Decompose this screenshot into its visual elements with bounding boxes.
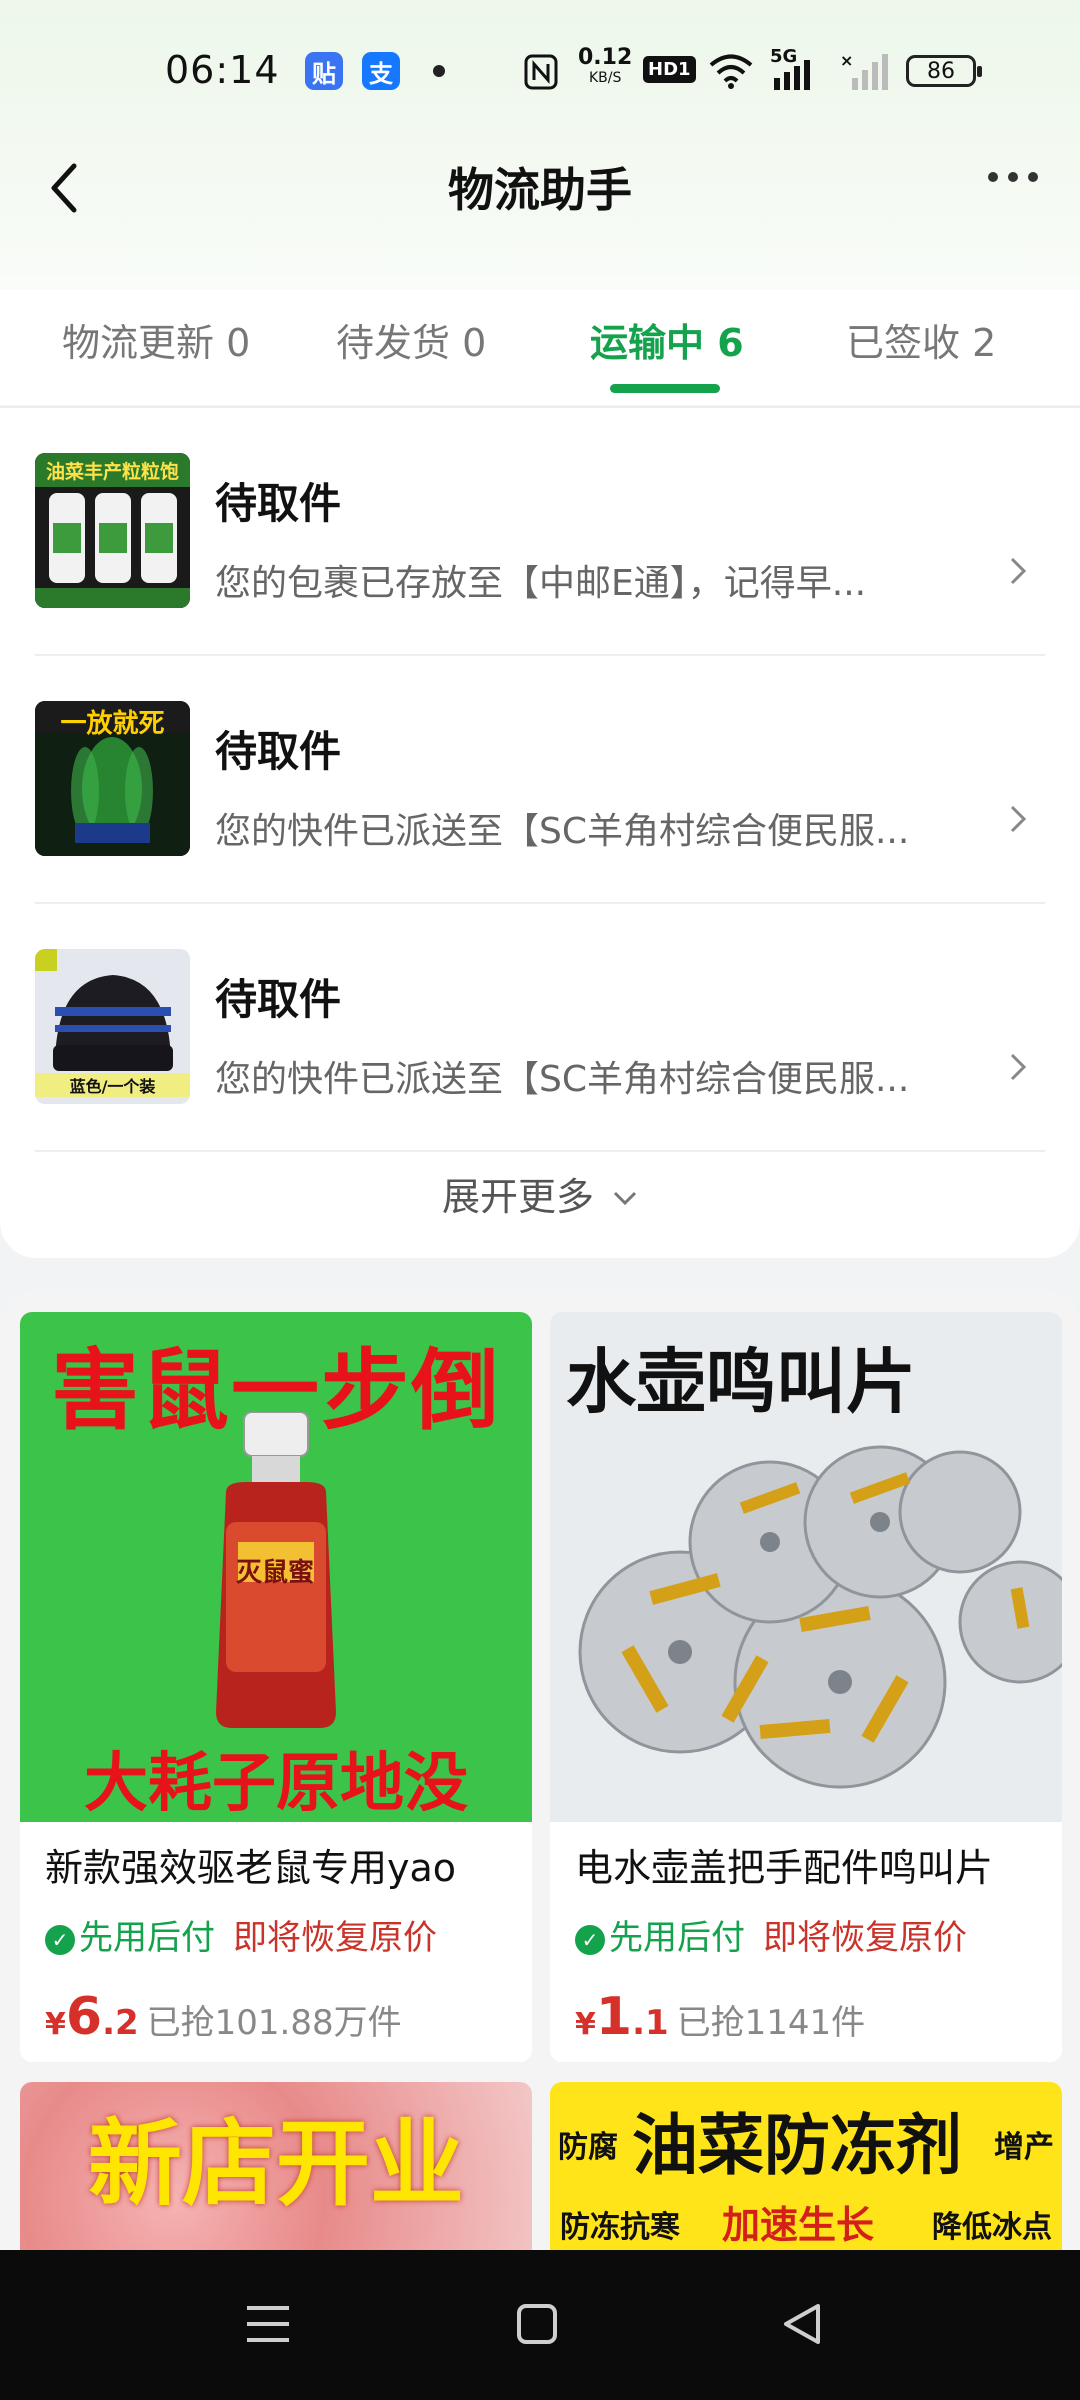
list-item[interactable]: 油菜丰产粒粒饱 待取件 您的包裹已存放至【中邮E通】，记得早... bbox=[0, 408, 1080, 656]
item-status: 待取件 bbox=[215, 479, 342, 528]
item-status: 待取件 bbox=[215, 975, 342, 1024]
image-left-label: 防腐 bbox=[558, 2130, 618, 2165]
product-image: 防腐 油菜防冻剂 增产 防冻抗寒 加速生长 降低冰点 bbox=[550, 2082, 1062, 2250]
sold-count: 已抢1141件 bbox=[676, 2003, 866, 2043]
product-card[interactable]: 防腐 油菜防冻剂 增产 防冻抗寒 加速生长 降低冰点 bbox=[550, 2082, 1062, 2250]
item-status: 待取件 bbox=[215, 727, 342, 776]
battery-level: 86 bbox=[927, 58, 955, 84]
price-integer: 1 bbox=[595, 1987, 633, 2047]
logistics-list: 油菜丰产粒粒饱 待取件 您的包裹已存放至【中邮E通】，记得早... 一放就死 待… bbox=[0, 408, 1080, 1258]
product-image: 新店开业 bbox=[20, 2082, 532, 2250]
tab-signed[interactable]: 已签收 2 bbox=[846, 312, 996, 367]
price-symbol: ¥ bbox=[45, 2007, 66, 2042]
pay-later-tag: 先用后付 bbox=[79, 1918, 215, 1958]
thumb-caption: 蓝色/一个装 bbox=[35, 1073, 190, 1097]
price-integer: 6 bbox=[65, 1987, 103, 2047]
wifi-icon bbox=[709, 54, 753, 89]
product-card[interactable]: 害鼠一步倒 灭鼠蜜 大耗子原地没 新款强效驱老鼠专用yao ✓ 先用后付 即将恢复原… bbox=[20, 1312, 532, 2062]
list-item[interactable]: 一放就死 待取件 您的快件已派送至【SC羊角村综合便民服... bbox=[0, 656, 1080, 904]
price-restore-tag: 即将恢复原价 bbox=[763, 1918, 967, 1958]
more-icon[interactable] bbox=[986, 170, 1040, 184]
net-speed: 0.12 KB/S bbox=[578, 45, 633, 88]
product-image: 害鼠一步倒 灭鼠蜜 大耗子原地没 bbox=[20, 1312, 532, 1822]
chevron-right-icon bbox=[1010, 1053, 1027, 1081]
status-time: 06:14 bbox=[165, 48, 280, 92]
divider bbox=[35, 1150, 1045, 1152]
product-image: 水壶鸣叫片 bbox=[550, 1312, 1062, 1822]
status-bar: 06:14 贴 支 0.12 KB/S HD1 5G × 86 bbox=[0, 0, 1080, 140]
price-symbol: ¥ bbox=[575, 2007, 596, 2042]
item-description: 您的快件已派送至【SC羊角村综合便民服... bbox=[215, 811, 910, 852]
tab-in-transit[interactable]: 运输中 6 bbox=[590, 312, 744, 367]
whistle-plates-image bbox=[578, 1445, 1062, 1789]
image-right-label: 增产 bbox=[994, 2130, 1054, 2165]
image-sub-label: 降低冰点 bbox=[932, 2210, 1052, 2245]
product-price: ¥1.1 已抢1141件 bbox=[575, 1987, 865, 2047]
tab-bar: 物流更新 0 待发货 0 运输中 6 已签收 2 bbox=[0, 290, 1080, 400]
system-nav-bar bbox=[0, 2250, 1080, 2400]
image-headline: 新店开业 bbox=[87, 2110, 464, 2219]
back-nav-icon[interactable] bbox=[780, 2302, 824, 2346]
battery-indicator: 86 bbox=[906, 55, 982, 87]
net-speed-unit: KB/S bbox=[588, 70, 622, 86]
nav-bar: 物流助手 bbox=[0, 140, 1080, 235]
notification-dot-icon bbox=[433, 65, 445, 77]
nfc-icon bbox=[524, 54, 558, 90]
chevron-down-icon bbox=[613, 1191, 637, 1206]
expand-more-label: 展开更多 bbox=[441, 1175, 594, 1219]
item-description: 您的快件已派送至【SC羊角村综合便民服... bbox=[215, 1059, 910, 1100]
image-headline: 水壶鸣叫片 bbox=[566, 1341, 916, 1423]
menu-icon[interactable] bbox=[245, 2302, 291, 2346]
image-headline: 油菜防冻剂 bbox=[632, 2107, 962, 2184]
product-tags: ✓ 先用后付 即将恢复原价 bbox=[45, 1910, 437, 1959]
alipay-icon: 支 bbox=[362, 52, 400, 90]
tab-active-indicator bbox=[610, 384, 720, 393]
chevron-right-icon bbox=[1010, 805, 1027, 833]
net-speed-value: 0.12 bbox=[578, 45, 633, 70]
product-price: ¥6.2 已抢101.88万件 bbox=[45, 1987, 402, 2047]
price-decimal: .1 bbox=[632, 2003, 669, 2043]
tab-pending-shipment[interactable]: 待发货 0 bbox=[336, 312, 486, 367]
signal-icon bbox=[774, 60, 810, 90]
expand-more-button[interactable]: 展开更多 bbox=[0, 1166, 1080, 1221]
sold-count: 已抢101.88万件 bbox=[146, 2003, 402, 2043]
product-thumbnail: 一放就死 bbox=[35, 701, 190, 856]
pay-later-tag: 先用后付 bbox=[609, 1918, 745, 1958]
product-card[interactable]: 水壶鸣叫片 电水壶盖把手配件鸣叫片 ✓ 先用后付 即将恢复原价 ¥1.1 已抢1… bbox=[550, 1312, 1062, 2062]
pay-later-icon: ✓ bbox=[45, 1925, 75, 1955]
signal-nosim-icon: × bbox=[840, 52, 888, 90]
page-title: 物流助手 bbox=[448, 163, 632, 217]
image-sub-label: 加速生长 bbox=[722, 2203, 875, 2247]
list-item[interactable]: 蓝色/一个装 待取件 您的快件已派送至【SC羊角村综合便民服... bbox=[0, 904, 1080, 1152]
thumb-caption: 一放就死 bbox=[60, 709, 165, 739]
thumb-caption: 油菜丰产粒粒饱 bbox=[45, 461, 179, 483]
tieba-icon: 贴 bbox=[305, 52, 343, 90]
svg-text:×: × bbox=[840, 52, 853, 70]
chevron-right-icon bbox=[1010, 557, 1027, 585]
product-thumbnail: 蓝色/一个装 bbox=[35, 949, 190, 1104]
product-title: 新款强效驱老鼠专用yao bbox=[45, 1846, 457, 1890]
product-tags: ✓ 先用后付 即将恢复原价 bbox=[575, 1910, 967, 1959]
product-thumbnail: 油菜丰产粒粒饱 bbox=[35, 453, 190, 608]
product-card[interactable]: 新店开业 bbox=[20, 2082, 532, 2250]
home-icon[interactable] bbox=[515, 2302, 559, 2346]
image-footer: 大耗子原地没 bbox=[84, 1747, 468, 1821]
hd-badge: HD1 bbox=[643, 56, 696, 83]
item-description: 您的包裹已存放至【中邮E通】，记得早... bbox=[215, 563, 867, 604]
price-decimal: .2 bbox=[102, 2003, 139, 2043]
product-title: 电水壶盖把手配件鸣叫片 bbox=[575, 1846, 994, 1890]
recommend-feed: 害鼠一步倒 灭鼠蜜 大耗子原地没 新款强效驱老鼠专用yao ✓ 先用后付 即将恢复原… bbox=[0, 1290, 1080, 2250]
image-sub-label: 防冻抗寒 bbox=[560, 2210, 680, 2245]
bottle-label: 灭鼠蜜 bbox=[235, 1558, 314, 1588]
pay-later-icon: ✓ bbox=[575, 1925, 605, 1955]
price-restore-tag: 即将恢复原价 bbox=[233, 1918, 437, 1958]
tab-logistics-update[interactable]: 物流更新 0 bbox=[62, 312, 250, 367]
